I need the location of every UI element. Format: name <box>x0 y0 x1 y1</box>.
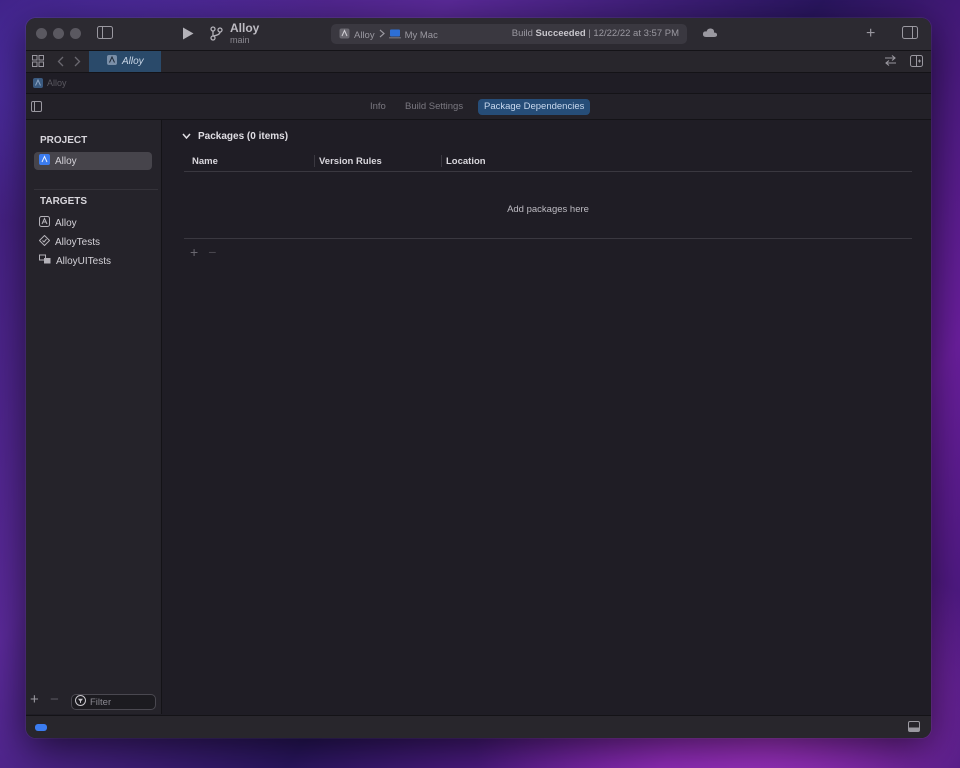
mac-destination-icon <box>388 29 401 42</box>
grid-icon[interactable] <box>32 55 44 67</box>
jump-bar-path[interactable]: Alloy <box>47 78 67 88</box>
scheme-name: Alloy <box>354 29 375 41</box>
title-bar: Alloy main Alloy My Mac Build Succeeded … <box>26 18 931 51</box>
remove-target-icon[interactable]: − <box>50 691 59 708</box>
project-sidebar: PROJECT Alloy TARGETS Alloy AlloyTests A… <box>26 120 162 714</box>
branch-icon[interactable] <box>210 26 223 41</box>
column-version-rules[interactable]: Version Rules <box>319 156 382 167</box>
sidebar-item-label: AlloyTests <box>55 236 101 248</box>
remove-package-icon[interactable]: − <box>208 244 216 260</box>
build-status-result: Succeeded <box>535 28 586 39</box>
branch-name: main <box>230 35 250 45</box>
zoom-window-button[interactable] <box>70 28 81 39</box>
tab-label: Alloy <box>122 56 144 67</box>
jump-bar-project-icon <box>33 78 43 90</box>
sidebar-divider <box>34 189 158 190</box>
sidebar-item-label: Alloy <box>55 155 77 167</box>
tab-info[interactable]: Info <box>364 99 392 115</box>
add-icon[interactable]: + <box>866 25 875 43</box>
debug-area-toggle-icon[interactable] <box>908 721 920 732</box>
run-icon[interactable] <box>182 27 194 40</box>
filter-placeholder: Filter <box>90 696 112 708</box>
jump-bar[interactable]: Alloy <box>26 73 931 94</box>
filter-icon <box>75 695 86 709</box>
build-status-prefix: Build <box>511 28 533 39</box>
tab-alloy[interactable]: Alloy <box>89 51 161 72</box>
tab-bar: Alloy <box>26 51 931 73</box>
app-icon <box>39 216 50 230</box>
column-name[interactable]: Name <box>192 156 218 167</box>
packages-table-header: Name Version Rules Location <box>184 151 912 172</box>
add-package-icon[interactable]: + <box>190 244 198 260</box>
project-navigator-toggle-icon[interactable] <box>31 101 42 112</box>
chevron-right-icon <box>379 29 385 41</box>
scheme-selector[interactable]: Alloy My Mac <box>339 28 438 42</box>
app-scheme-icon <box>339 28 350 42</box>
column-separator <box>441 155 442 167</box>
destination-name: My Mac <box>404 29 438 41</box>
xcode-window: Alloy main Alloy My Mac Build Succeeded … <box>26 18 931 738</box>
forward-icon[interactable] <box>74 56 81 67</box>
status-bar <box>26 715 931 738</box>
sidebar-item-label: Alloy <box>55 217 77 229</box>
sidebar-item-project-alloy[interactable]: Alloy <box>34 152 152 170</box>
tab-build-settings[interactable]: Build Settings <box>399 99 469 115</box>
tab-package-dependencies[interactable]: Package Dependencies <box>478 99 591 115</box>
sidebar-filter[interactable]: Filter <box>71 694 156 710</box>
close-window-button[interactable] <box>36 28 47 39</box>
table-bottom-border <box>184 238 912 239</box>
sidebar-item-target-alloy[interactable]: Alloy <box>34 214 152 232</box>
inspector-toggle-icon[interactable] <box>902 26 918 39</box>
project-icon <box>39 154 50 168</box>
project-section-header: PROJECT <box>40 135 88 146</box>
minimize-window-button[interactable] <box>53 28 64 39</box>
swap-icon[interactable] <box>884 55 897 66</box>
sidebar-item-label: AlloyUITests <box>56 255 112 267</box>
sidebar-toggle-icon[interactable] <box>97 26 113 39</box>
sidebar-item-target-alloytests[interactable]: AlloyTests <box>34 233 152 251</box>
packages-disclosure[interactable]: Packages (0 items) <box>182 131 288 142</box>
cloud-icon[interactable] <box>702 27 718 38</box>
window-title: Alloy <box>230 21 260 35</box>
activity-viewer[interactable]: Alloy My Mac Build Succeeded | 12/22/22 … <box>331 24 687 44</box>
scheme-status-indicator[interactable] <box>35 724 47 731</box>
split-editor-icon[interactable] <box>910 55 923 67</box>
build-status-time: | 12/22/22 at 3:57 PM <box>588 28 679 39</box>
package-add-remove-controls: + − <box>190 244 216 260</box>
empty-packages-message: Add packages here <box>507 204 589 215</box>
test-diamond-icon <box>38 234 51 249</box>
project-file-icon <box>107 55 117 68</box>
column-location[interactable]: Location <box>446 156 486 167</box>
build-status: Build Succeeded | 12/22/22 at 3:57 PM <box>512 28 679 39</box>
add-target-icon[interactable]: + <box>30 691 39 708</box>
targets-section-header: TARGETS <box>40 196 88 207</box>
chevron-down-icon <box>182 131 191 142</box>
packages-title: Packages (0 items) <box>198 131 289 142</box>
sidebar-item-target-alloyuitests[interactable]: AlloyUITests <box>34 252 152 270</box>
ui-test-icon <box>39 254 51 268</box>
package-dependencies-pane: Packages (0 items) Name Version Rules Lo… <box>162 120 931 714</box>
column-separator <box>314 155 315 167</box>
back-icon[interactable] <box>57 56 64 67</box>
editor-tabs: Info Build Settings Package Dependencies <box>26 94 931 120</box>
